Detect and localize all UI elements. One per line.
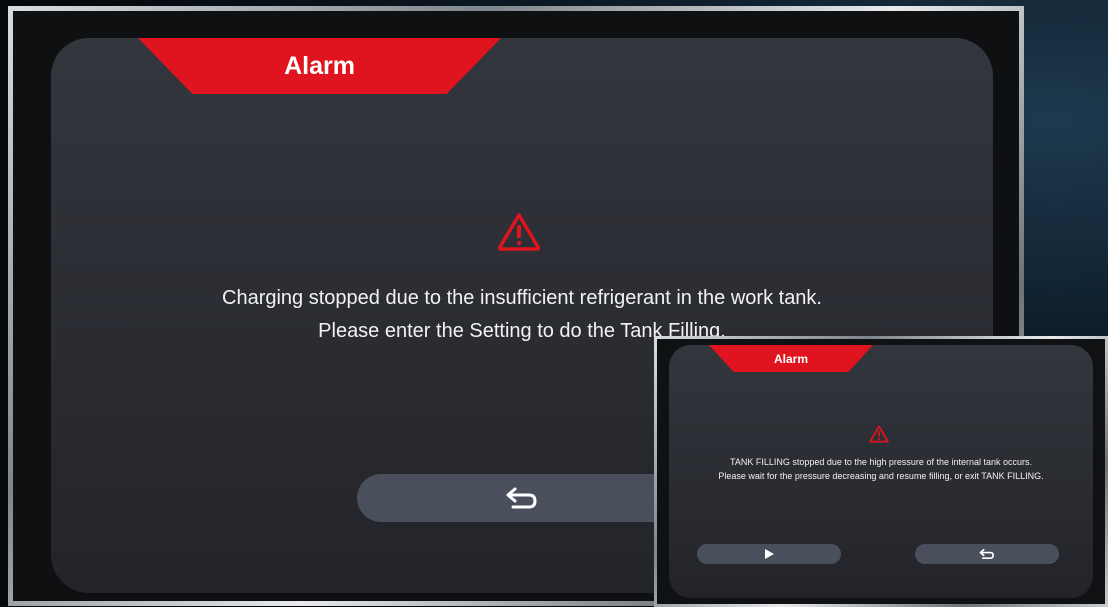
warning-triangle-icon bbox=[869, 425, 889, 443]
inset-alarm-title: Alarm bbox=[773, 351, 808, 366]
inset-screen: Alarm TANK FILLING stopped due to the hi… bbox=[657, 339, 1105, 604]
alarm-title: Alarm bbox=[284, 51, 355, 80]
alarm-message-line-1: Charging stopped due to the insufficient… bbox=[222, 287, 822, 309]
warning-triangle-icon bbox=[497, 213, 541, 251]
play-icon bbox=[765, 549, 774, 559]
return-arrow-icon bbox=[506, 487, 537, 509]
inset-alarm-message-line-1: TANK FILLING stopped due to the high pre… bbox=[730, 457, 1032, 467]
back-button[interactable] bbox=[357, 474, 687, 522]
inset-alarm-message: TANK FILLING stopped due to the high pre… bbox=[669, 455, 1093, 483]
resume-filling-button[interactable] bbox=[697, 544, 841, 564]
inset-screen-frame: Alarm TANK FILLING stopped due to the hi… bbox=[654, 336, 1108, 607]
inset-alarm-message-line-2: Please wait for the pressure decreasing … bbox=[718, 471, 1044, 481]
return-arrow-icon bbox=[979, 548, 994, 560]
inset-alarm-dialog: Alarm TANK FILLING stopped due to the hi… bbox=[669, 345, 1093, 598]
exit-tank-filling-button[interactable] bbox=[915, 544, 1059, 564]
alarm-title-tab: Alarm bbox=[138, 38, 501, 94]
inset-alarm-title-tab: Alarm bbox=[709, 345, 873, 372]
